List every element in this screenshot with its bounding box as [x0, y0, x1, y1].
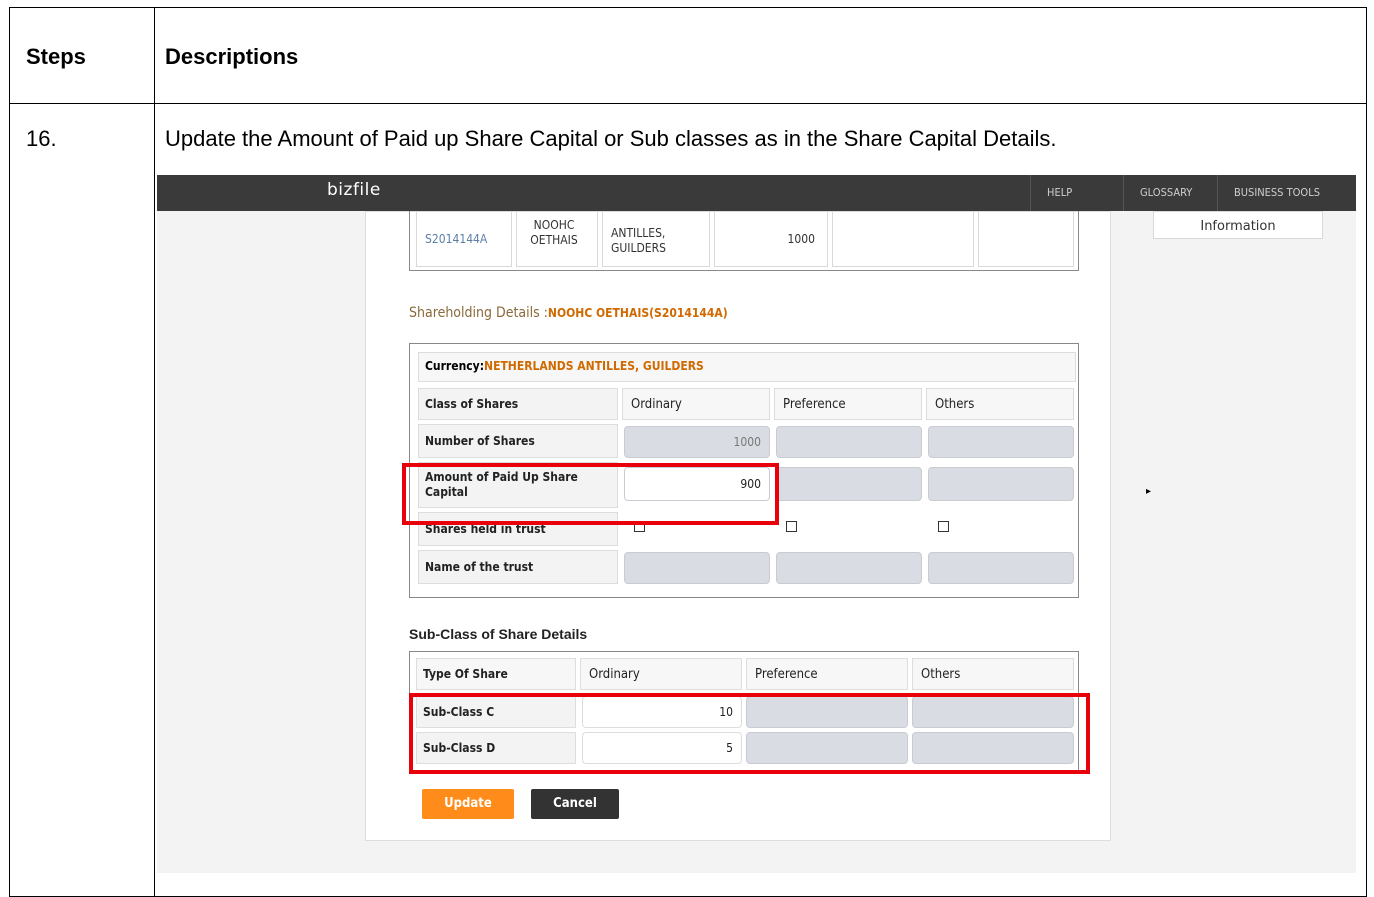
step-description: Update the Amount of Paid up Share Capit… — [165, 126, 1057, 151]
subclass-ordinary-header: Ordinary — [580, 658, 742, 690]
highlight-amount-paid-up — [402, 463, 779, 525]
nav-business-tools[interactable]: BUSINESS TOOLS — [1217, 175, 1356, 211]
currency-text: ANTILLES, GUILDERS — [611, 226, 666, 255]
shareholder-id[interactable]: S2014144A — [425, 232, 487, 246]
empty-cell — [832, 211, 974, 267]
shareholder-id-cell: S2014144A — [416, 211, 512, 267]
cancel-button[interactable]: Cancel — [531, 789, 619, 819]
bizfile-logo[interactable]: bizfile — [327, 180, 381, 200]
number-ordinary-field: 1000 — [624, 426, 770, 458]
type-of-share-header: Type Of Share — [416, 658, 576, 690]
number-others-field — [928, 426, 1074, 458]
name-of-trust-label: Name of the trust — [418, 550, 618, 584]
amount-others-field — [928, 467, 1074, 501]
amount-preference-field — [776, 467, 922, 501]
subclass-preference-header: Preference — [746, 658, 908, 690]
share-count-cell: 1000 — [714, 211, 828, 267]
top-nav-bar: bizfile HELP GLOSSARY BUSINESS TOOLS — [157, 175, 1356, 211]
shareholder-table: S2014144A NOOHC OETHAIS ANTILLES, GUILDE… — [409, 211, 1079, 271]
shareholder-name: NOOHC OETHAIS — [530, 218, 578, 247]
app-screenshot: bizfile HELP GLOSSARY BUSINESS TOOLS Inf… — [157, 175, 1356, 873]
trust-name-ordinary-field — [624, 552, 770, 584]
nav-glossary[interactable]: GLOSSARY — [1123, 175, 1215, 211]
column-divider — [154, 8, 155, 896]
currency-cell: ANTILLES, GUILDERS — [602, 211, 710, 267]
shareholding-details-title: Shareholding Details :NOOHC OETHAIS(S201… — [409, 305, 728, 321]
shareholder-name-cell: NOOHC OETHAIS — [516, 211, 598, 267]
subclass-title: Sub-Class of Share Details — [409, 626, 588, 642]
trust-name-preference-field — [776, 552, 922, 584]
empty-cell — [978, 211, 1074, 267]
preference-header: Preference — [774, 388, 922, 420]
shareholding-label: Shareholding Details : — [409, 305, 548, 321]
trust-name-others-field — [928, 552, 1074, 584]
currency-row: Currency:NETHERLANDS ANTILLES, GUILDERS — [418, 352, 1076, 382]
number-of-shares-label: Number of Shares — [418, 424, 618, 458]
descriptions-header: Descriptions — [165, 44, 299, 69]
step-number: 16. — [26, 126, 57, 151]
nav-help[interactable]: HELP — [1030, 175, 1098, 211]
collapse-arrow-icon[interactable]: ▸ — [1146, 486, 1151, 497]
class-of-shares-header: Class of Shares — [418, 388, 618, 420]
shareholding-value: NOOHC OETHAIS(S2014144A) — [547, 306, 728, 320]
share-count: 1000 — [787, 232, 815, 246]
currency-value: NETHERLANDS ANTILLES, GUILDERS — [484, 359, 704, 373]
trust-others-checkbox[interactable] — [938, 521, 949, 532]
side-info-label: Information — [1200, 219, 1276, 234]
side-info-box[interactable]: Information — [1153, 211, 1323, 239]
ordinary-header: Ordinary — [622, 388, 770, 420]
header-divider — [10, 103, 1366, 104]
trust-preference-checkbox[interactable] — [786, 521, 797, 532]
highlight-subclass-rows — [409, 693, 1090, 774]
currency-label: Currency: — [425, 359, 485, 373]
number-preference-field — [776, 426, 922, 458]
others-header: Others — [926, 388, 1074, 420]
update-button[interactable]: Update — [422, 789, 514, 819]
steps-header: Steps — [26, 44, 86, 69]
subclass-others-header: Others — [912, 658, 1074, 690]
